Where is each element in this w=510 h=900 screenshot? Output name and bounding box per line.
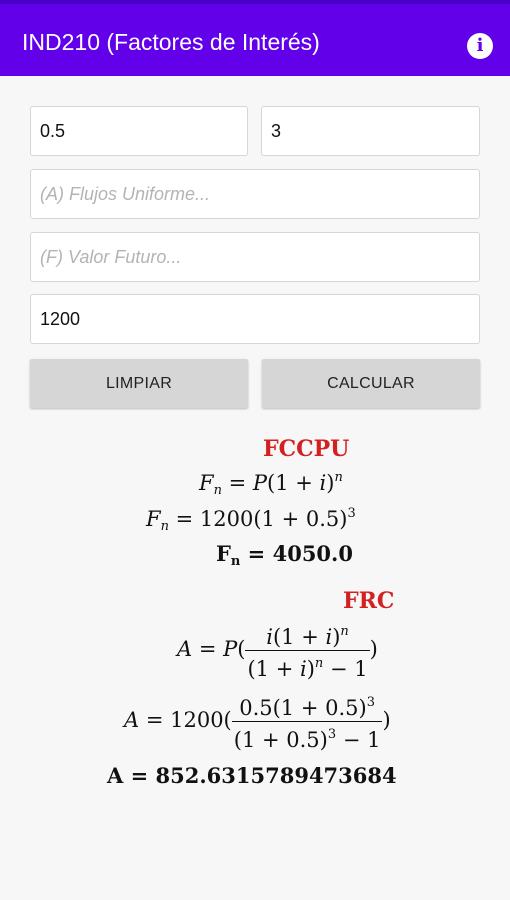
app-title: IND210 (Factores de Interés) bbox=[22, 29, 320, 55]
frc-substituted-fraction: 0.5(1 + 0.5)3 (1 + 0.5)3 − 1 bbox=[231, 690, 383, 753]
fccpu-result: Fn = 4050.0 bbox=[216, 541, 353, 569]
future-value-input[interactable] bbox=[30, 232, 480, 282]
uniform-flow-input[interactable] bbox=[30, 169, 480, 219]
present-value-input[interactable] bbox=[30, 294, 480, 344]
clear-button[interactable]: LIMPIAR bbox=[30, 359, 248, 408]
periods-input[interactable] bbox=[261, 106, 480, 156]
info-icon[interactable]: i bbox=[467, 33, 493, 59]
frc-result: A = 852.6315789473684 bbox=[107, 763, 397, 788]
app-bar: IND210 (Factores de Interés) i bbox=[0, 0, 510, 76]
frc-fraction: i(1 + i)n (1 + i)n − 1 bbox=[245, 619, 370, 682]
fccpu-heading: FCCPU bbox=[263, 436, 350, 462]
calculate-button[interactable]: CALCULAR bbox=[262, 359, 480, 408]
frc-formula: A = P(i(1 + i)n (1 + i)n − 1) bbox=[177, 619, 378, 682]
frc-substituted: A = 1200(0.5(1 + 0.5)3 (1 + 0.5)3 − 1) bbox=[124, 690, 391, 753]
fccpu-substituted: Fn = 1200(1 + 0.5)3 bbox=[146, 506, 356, 534]
frc-heading: FRC bbox=[343, 588, 395, 614]
rate-input[interactable] bbox=[30, 106, 248, 156]
fccpu-formula: Fn = P(1 + i)n bbox=[199, 470, 343, 498]
